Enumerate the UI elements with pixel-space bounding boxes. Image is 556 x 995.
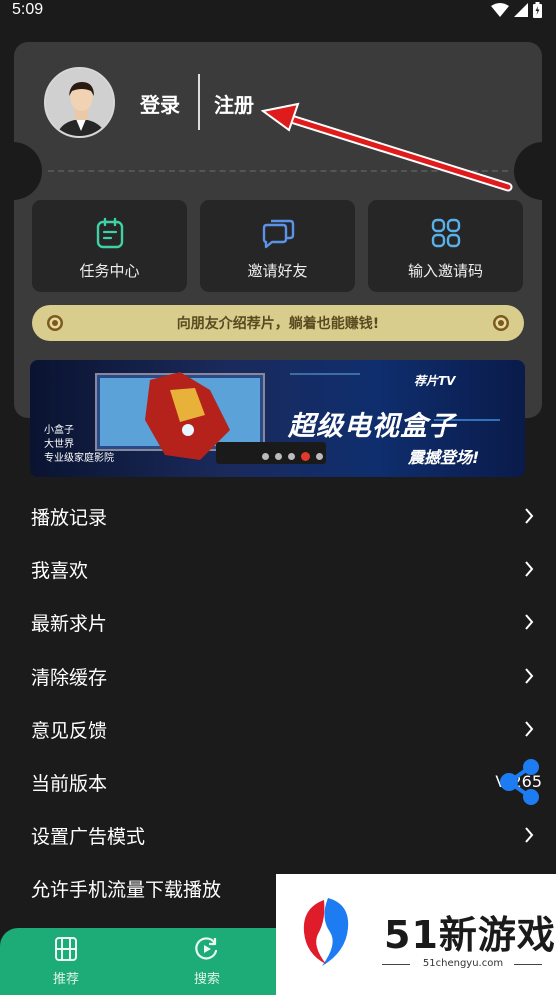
code-grid-icon <box>430 217 462 253</box>
nav-tab-label: 推荐 <box>52 972 79 987</box>
pager-dot[interactable] <box>288 453 295 460</box>
quick-action-task-center[interactable]: 任务中心 <box>32 200 187 292</box>
quick-actions: 任务中心 邀请好友 输入邀请码 <box>32 200 524 292</box>
task-icon <box>95 217 125 253</box>
login-button[interactable]: 登录 <box>140 89 180 118</box>
menu-item-label: 播放记录 <box>31 507 108 529</box>
quick-action-enter-invite-code[interactable]: 输入邀请码 <box>368 200 523 292</box>
menu-item-clear-cache[interactable]: 清除缓存 <box>0 650 556 703</box>
chevron-right-icon <box>525 508 534 524</box>
settings-menu: 播放记录 我喜欢 最新求片 清除缓存 意见反馈 当前版本 V 265 设置广告模… <box>0 490 556 916</box>
menu-item-latest-requests[interactable]: 最新求片 <box>0 596 556 649</box>
referral-promo-bar[interactable]: 向朋友介绍荐片，躺着也能赚钱! <box>32 305 524 341</box>
banner-side-line: 专业级家庭影院 <box>44 453 114 464</box>
menu-item-feedback[interactable]: 意见反馈 <box>0 703 556 756</box>
ticket-dashed-divider <box>48 170 508 172</box>
watermark-text: 51新游戏 <box>384 913 556 957</box>
chevron-right-icon <box>525 561 534 577</box>
chevron-right-icon <box>525 614 534 631</box>
quick-action-label: 邀请好友 <box>247 262 308 280</box>
banner-brand: 荐片TV <box>414 374 456 388</box>
bottom-nav: 推荐 搜索 <box>0 928 290 995</box>
menu-item-label: 清除缓存 <box>31 666 108 689</box>
menu-item-label: 当前版本 <box>31 772 108 795</box>
quick-action-label: 任务中心 <box>79 262 140 280</box>
chevron-right-icon <box>525 721 534 737</box>
watermark-logo-icon <box>303 898 349 966</box>
quick-action-invite-friends[interactable]: 邀请好友 <box>200 200 355 292</box>
avatar-person-icon <box>46 69 113 136</box>
menu-item-label: 我喜欢 <box>31 560 89 583</box>
nav-tab-search[interactable]: 搜索 <box>172 936 242 987</box>
status-icons <box>491 2 542 18</box>
banner-subline: 震撼登场! <box>408 448 480 467</box>
menu-item-label: 最新求片 <box>31 613 108 636</box>
film-icon <box>55 937 77 961</box>
invite-chat-icon <box>261 217 295 253</box>
battery-icon <box>533 2 542 18</box>
pager-dot[interactable] <box>316 453 323 460</box>
version-value: V 265 <box>495 771 542 791</box>
pager-dot-active[interactable] <box>301 452 310 461</box>
status-time: 5:09 <box>12 1 44 18</box>
chevron-right-icon <box>525 827 534 843</box>
chevron-right-icon <box>525 667 534 684</box>
watermark-51xinyouxi: 51新游戏 51chengyu.com <box>276 874 556 995</box>
banner-side-line: 小盒子 <box>44 425 74 436</box>
quick-action-label: 输入邀请码 <box>407 262 483 280</box>
menu-item-favorites[interactable]: 我喜欢 <box>0 543 556 596</box>
wifi-icon <box>491 3 509 17</box>
login-register-divider <box>198 74 200 130</box>
nav-tab-label: 搜索 <box>193 972 220 987</box>
pager-dot[interactable] <box>262 453 269 460</box>
banner-side-line: 大世界 <box>44 439 74 450</box>
avatar[interactable] <box>44 67 115 138</box>
menu-item-label: 允许手机流量下载播放 <box>31 879 222 902</box>
menu-item-label: 设置广告模式 <box>31 826 146 849</box>
gear-icon <box>491 313 511 337</box>
ticket-notch-left <box>14 142 42 200</box>
pager-dot[interactable] <box>275 453 282 460</box>
ticket-notch-right <box>514 142 542 200</box>
menu-item-current-version[interactable]: 当前版本 V 265 <box>0 756 556 809</box>
menu-item-label: 意见反馈 <box>31 719 108 742</box>
banner-headline: 超级电视盒子 <box>288 411 456 442</box>
search-refresh-icon <box>195 937 218 960</box>
nav-tab-recommend[interactable]: 推荐 <box>31 936 101 987</box>
watermark-rule <box>514 964 542 965</box>
menu-item-ad-mode[interactable]: 设置广告模式 <box>0 809 556 862</box>
status-bar: 5:09 <box>0 0 556 24</box>
menu-item-play-history[interactable]: 播放记录 <box>0 490 556 543</box>
register-button[interactable]: 注册 <box>214 89 254 118</box>
promo-text: 向朋友介绍荐片，躺着也能赚钱! <box>176 316 380 332</box>
promo-banner[interactable]: 小盒子 大世界 专业级家庭影院 荐片TV 超级电视盒子 震撼登场! <box>30 360 525 477</box>
banner-pager-dots <box>262 452 323 461</box>
banner-side-text: 小盒子 大世界 专业级家庭影院 <box>44 424 114 466</box>
signal-icon <box>514 3 528 17</box>
